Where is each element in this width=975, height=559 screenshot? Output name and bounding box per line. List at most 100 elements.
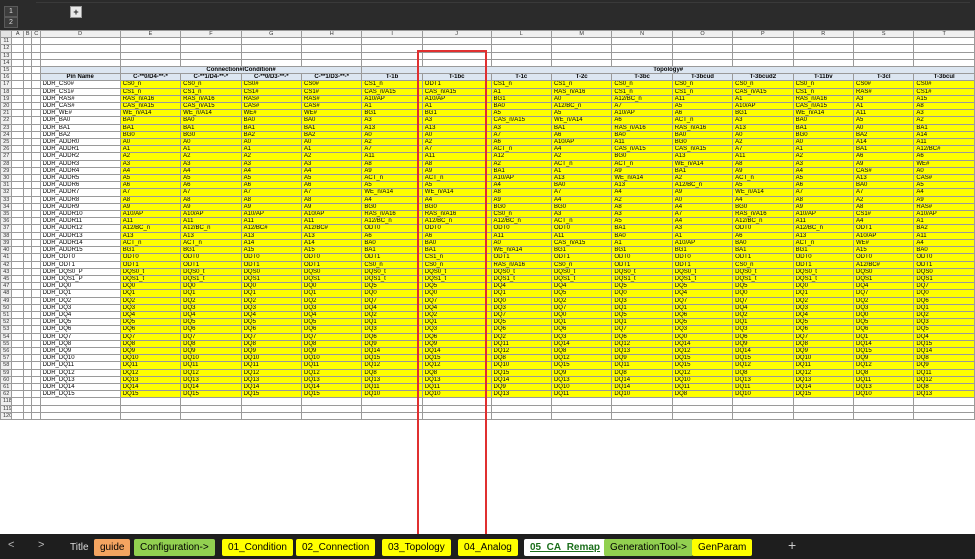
mapping-cell[interactable]: DQ5: [732, 282, 794, 291]
mapping-cell[interactable]: A3: [732, 116, 794, 125]
mapping-cell[interactable]: ODT0: [300, 253, 363, 262]
grid-cell[interactable]: [11, 66, 24, 75]
mapping-cell[interactable]: DQS0_t: [671, 267, 734, 276]
mapping-cell[interactable]: CAS_n/A15: [421, 87, 492, 96]
mapping-cell[interactable]: ODT0: [913, 253, 975, 262]
mapping-cell[interactable]: DQ15: [300, 390, 363, 399]
mapping-cell[interactable]: DQ5: [119, 318, 182, 327]
mapping-cell[interactable]: A15: [852, 246, 915, 255]
grid-cell[interactable]: [31, 166, 41, 176]
mapping-cell[interactable]: A10/AP: [611, 109, 673, 118]
mapping-cell[interactable]: ODT0: [852, 253, 915, 262]
pin-name-cell[interactable]: DDR_DQ4: [39, 310, 121, 320]
mapping-cell[interactable]: DQ9: [119, 346, 182, 356]
grid-cell[interactable]: [180, 44, 242, 53]
mapping-cell[interactable]: DQ9: [792, 346, 854, 356]
mapping-cell[interactable]: ODT0: [611, 253, 673, 262]
pin-name-cell[interactable]: DDR_DQ12: [39, 368, 121, 377]
mapping-cell[interactable]: BA1: [180, 123, 242, 132]
mapping-cell[interactable]: A11: [240, 217, 302, 226]
mapping-cell[interactable]: CAS_n/A15: [490, 116, 552, 125]
mapping-cell[interactable]: WE_n/A14: [550, 116, 613, 125]
mapping-cell[interactable]: DQ8: [671, 390, 734, 399]
mapping-cell[interactable]: DQ14: [852, 339, 915, 348]
pin-name-cell[interactable]: DDR_ADDR8: [39, 195, 121, 204]
grid-cell[interactable]: [11, 202, 24, 212]
grid-cell[interactable]: [22, 181, 33, 190]
pin-name-cell[interactable]: DDR_ADDR4: [39, 166, 121, 176]
mapping-cell[interactable]: A10/AP: [119, 210, 182, 219]
grid-cell[interactable]: [11, 267, 24, 276]
mapping-cell[interactable]: A9: [792, 202, 854, 212]
grid-cell[interactable]: [11, 390, 24, 399]
grid-cell[interactable]: [732, 404, 794, 413]
mapping-cell[interactable]: ACT_n: [550, 159, 613, 168]
mapping-cell[interactable]: DQ5: [611, 310, 673, 320]
grid-cell[interactable]: [22, 152, 33, 161]
mapping-cell[interactable]: A7: [550, 188, 613, 197]
mapping-cell[interactable]: ACT_n: [792, 238, 854, 248]
grid-cell[interactable]: [31, 296, 41, 305]
mapping-cell[interactable]: A12/BC_n: [792, 224, 854, 233]
mapping-cell[interactable]: BG1: [180, 246, 242, 255]
mapping-cell[interactable]: A8: [361, 159, 423, 168]
pin-name-cell[interactable]: DDR_ADDR10: [39, 210, 121, 219]
mapping-cell[interactable]: A4: [180, 166, 242, 176]
mapping-cell[interactable]: DQ4: [240, 310, 302, 320]
grid-cell[interactable]: [11, 51, 24, 60]
mapping-cell[interactable]: A10/AP: [550, 138, 613, 147]
mapping-cell[interactable]: DQ4: [732, 303, 794, 312]
mapping-cell[interactable]: DQ1: [732, 318, 794, 327]
mapping-cell[interactable]: DQ13: [490, 390, 552, 399]
grid-cell[interactable]: [31, 80, 41, 89]
mapping-cell[interactable]: DQ6: [421, 332, 492, 341]
mapping-cell[interactable]: WE_n/A14: [792, 109, 854, 118]
mapping-cell[interactable]: DQS1_t: [671, 274, 734, 284]
grid-cell[interactable]: [913, 404, 975, 413]
mapping-cell[interactable]: DQS0_t: [119, 267, 182, 276]
mapping-cell[interactable]: ACT_n: [732, 174, 794, 183]
mapping-cell[interactable]: DQ7: [611, 325, 673, 334]
mapping-cell[interactable]: DQ15: [490, 368, 552, 377]
mapping-cell[interactable]: A1: [671, 231, 734, 240]
mapping-cell[interactable]: A5: [792, 174, 854, 183]
outline-level-1-button[interactable]: 1: [4, 6, 18, 17]
mapping-cell[interactable]: A11: [119, 217, 182, 226]
mapping-cell[interactable]: DQ5: [611, 282, 673, 291]
grid-cell[interactable]: [22, 80, 33, 89]
mapping-cell[interactable]: A5: [852, 116, 915, 125]
mapping-cell[interactable]: A0: [550, 94, 613, 104]
mapping-cell[interactable]: DQ6: [913, 296, 975, 305]
mapping-cell[interactable]: CAS_n/A15: [792, 102, 854, 111]
row-number[interactable]: 53: [0, 325, 13, 334]
grid-cell[interactable]: [22, 238, 33, 248]
grid-cell[interactable]: [300, 404, 363, 413]
mapping-cell[interactable]: A6: [240, 181, 302, 190]
mapping-cell[interactable]: ODT0: [490, 224, 552, 233]
mapping-cell[interactable]: DQ9: [852, 354, 915, 363]
mapping-cell[interactable]: DQS0_t: [421, 267, 492, 276]
row-number[interactable]: 28: [0, 159, 13, 168]
mapping-cell[interactable]: A0: [300, 138, 363, 147]
grid-cell[interactable]: [31, 303, 41, 312]
mapping-cell[interactable]: A11: [732, 152, 794, 161]
row-number[interactable]: 23: [0, 123, 13, 132]
mapping-cell[interactable]: A11: [671, 94, 734, 104]
mapping-cell[interactable]: A7: [180, 188, 242, 197]
grid-cell[interactable]: [852, 397, 915, 406]
grid-cell[interactable]: [732, 411, 794, 420]
mapping-cell[interactable]: BA1: [671, 166, 734, 176]
mapping-cell[interactable]: DQ7: [913, 282, 975, 291]
mapping-cell[interactable]: A12/BC_n: [611, 94, 673, 104]
mapping-cell[interactable]: DQ0: [180, 282, 242, 291]
row-number[interactable]: 61: [0, 382, 13, 392]
mapping-cell[interactable]: CS0_n: [611, 80, 673, 89]
pin-name-cell[interactable]: DDR_DQ8: [39, 339, 121, 348]
mapping-cell[interactable]: ODT0: [421, 224, 492, 233]
pin-name-cell[interactable]: DDR_DQ2: [39, 296, 121, 305]
grid-cell[interactable]: [31, 202, 41, 212]
mapping-cell[interactable]: A3: [852, 94, 915, 104]
mapping-cell[interactable]: DQ9: [611, 354, 673, 363]
column-header-f[interactable]: F: [180, 30, 242, 39]
grid-cell[interactable]: [31, 145, 41, 154]
